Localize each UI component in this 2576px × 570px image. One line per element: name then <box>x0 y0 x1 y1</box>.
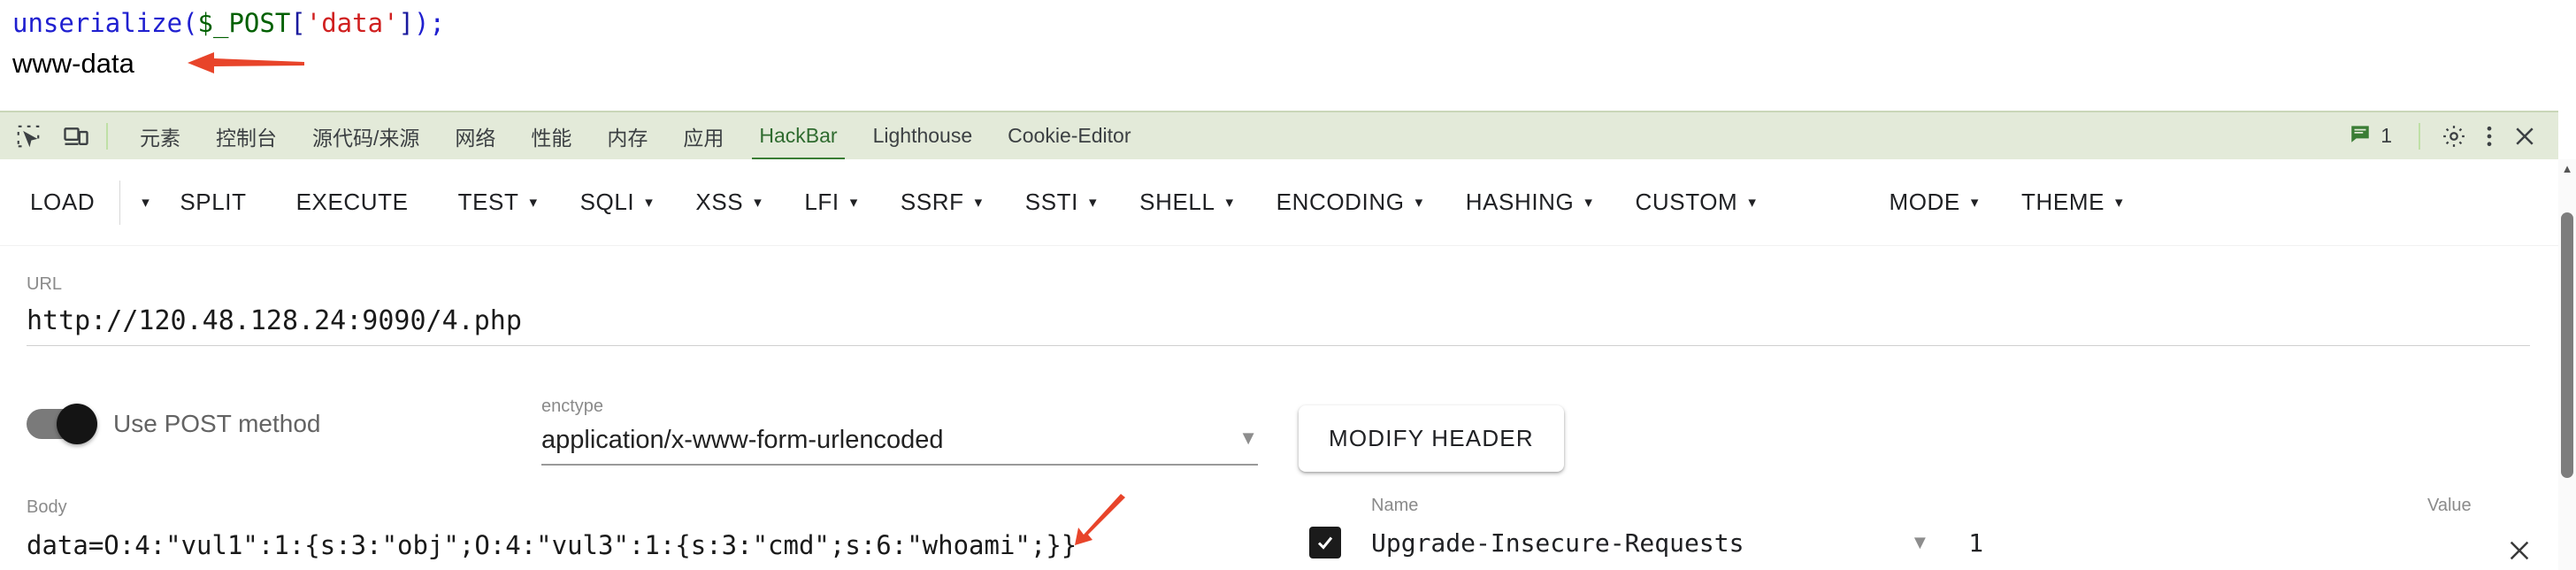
tab-hackbar[interactable]: HackBar <box>741 112 855 160</box>
chevron-down-icon: ▾ <box>974 194 983 211</box>
toolbar-divider <box>106 122 108 150</box>
settings-gear-icon[interactable] <box>2438 120 2470 152</box>
chevron-down-icon: ▾ <box>1414 194 1423 211</box>
php-page-output: unserialize($_POST['data']); www-data <box>0 0 2558 113</box>
url-input[interactable]: http://120.48.128.24:9090/4.php <box>27 295 2530 345</box>
chevron-down-icon: ▾ <box>645 194 654 211</box>
test-menu-button[interactable]: TEST ▾ <box>458 159 538 246</box>
hashing-menu-button[interactable]: HASHING ▾ <box>1466 159 1593 246</box>
right-divider <box>2419 122 2420 150</box>
console-message-counter[interactable]: 1 <box>2340 122 2401 150</box>
chevron-down-icon: ▼ <box>1238 427 1258 449</box>
chevron-down-icon: ▾ <box>1225 194 1234 211</box>
header-value-label: Value <box>2427 496 2472 515</box>
header-value-input[interactable]: 1 <box>1968 528 1983 558</box>
enctype-select[interactable]: application/x-www-form-urlencoded ▼ <box>541 417 1258 455</box>
lfi-menu-button[interactable]: LFI ▾ <box>804 159 858 246</box>
encoding-menu-button[interactable]: ENCODING ▾ <box>1276 159 1423 246</box>
body-field-group: Body data=O:4:"vul1":1:{s:3:"obj";O:4:"v… <box>27 497 1247 560</box>
chevron-down-icon: ▾ <box>1748 194 1757 211</box>
header-column-labels: Name Value <box>1309 496 2548 516</box>
sqli-menu-button[interactable]: SQLI ▾ <box>580 159 654 246</box>
tab-elements[interactable]: 元素 <box>122 112 198 160</box>
use-post-method-label: Use POST method <box>113 410 321 437</box>
shell-menu-button[interactable]: SHELL ▾ <box>1139 159 1234 246</box>
tab-performance[interactable]: 性能 <box>513 112 589 160</box>
devtools-left-icons <box>0 120 92 152</box>
hackbar-toolbar: LOAD ▾ SPLIT EXECUTE TEST ▾ SQLI ▾ XSS ▾… <box>0 159 2558 246</box>
split-button[interactable]: SPLIT <box>180 159 246 246</box>
enctype-field-group: enctype application/x-www-form-urlencode… <box>541 397 1258 466</box>
tab-lighthouse[interactable]: Lighthouse <box>855 112 991 160</box>
message-count: 1 <box>2380 124 2392 147</box>
chevron-down-icon: ▾ <box>1088 194 1098 211</box>
chevron-down-icon[interactable]: ▼ <box>1910 531 1929 554</box>
red-arrow-annotation-1 <box>182 50 306 81</box>
load-button[interactable]: LOAD <box>30 159 95 246</box>
vertical-scrollbar[interactable]: ▲ <box>2558 159 2576 570</box>
devtools-tab-bar: 元素 控制台 源代码/来源 网络 性能 内存 应用 HackBar Lighth… <box>0 111 2558 160</box>
header-name-label: Name <box>1371 496 1419 515</box>
header-name-input[interactable]: Upgrade-Insecure-Requests <box>1371 528 1744 558</box>
toggle-track <box>27 404 97 444</box>
request-options-row: Use POST method enctype application/x-ww… <box>0 397 2558 473</box>
mode-menu-button[interactable]: MODE ▾ <box>1889 159 1979 246</box>
inspect-element-icon[interactable] <box>12 120 44 152</box>
modify-header-button[interactable]: MODIFY HEADER <box>1299 405 1564 472</box>
tab-sources[interactable]: 源代码/来源 <box>295 112 437 160</box>
chevron-down-icon: ▾ <box>1584 194 1593 211</box>
php-code-line: unserialize($_POST['data']); <box>12 8 445 38</box>
enctype-label: enctype <box>541 397 604 416</box>
enctype-underline <box>541 464 1258 466</box>
body-label: Body <box>27 497 67 517</box>
chevron-down-icon: ▾ <box>142 194 150 211</box>
chevron-down-icon: ▾ <box>529 194 538 211</box>
table-row: Upgrade-Insecure-Requests ▼ 1 <box>1309 516 2548 558</box>
url-label: URL <box>27 274 63 294</box>
execute-button[interactable]: EXECUTE <box>296 159 409 246</box>
header-table: Name Value Upgrade-Insecure-Requests ▼ 1 <box>1309 496 2548 560</box>
more-options-icon[interactable] <box>2473 120 2505 152</box>
url-underline <box>27 345 2530 346</box>
theme-menu-button[interactable]: THEME ▾ <box>2021 159 2123 246</box>
scrollbar-thumb[interactable] <box>2561 212 2573 478</box>
tab-application[interactable]: 应用 <box>665 112 741 160</box>
screenshot-root: unserialize($_POST['data']); www-data 元素… <box>0 0 2576 570</box>
command-output-text: www-data <box>12 48 134 79</box>
scroll-up-arrow-icon[interactable]: ▲ <box>2558 159 2576 177</box>
custom-menu-button[interactable]: CUSTOM ▾ <box>1636 159 1757 246</box>
tab-console[interactable]: 控制台 <box>198 112 295 160</box>
devtools-tabs: 元素 控制台 源代码/来源 网络 性能 内存 应用 HackBar Lighth… <box>122 112 1148 160</box>
toggle-knob <box>57 404 97 444</box>
device-toolbar-icon[interactable] <box>60 120 92 152</box>
ssrf-menu-button[interactable]: SSRF ▾ <box>901 159 983 246</box>
ssti-menu-button[interactable]: SSTI ▾ <box>1025 159 1097 246</box>
tab-network[interactable]: 网络 <box>437 112 513 160</box>
close-devtools-icon[interactable] <box>2509 120 2541 152</box>
tab-cookie-editor[interactable]: Cookie-Editor <box>990 112 1148 160</box>
chevron-down-icon: ▾ <box>2115 194 2124 211</box>
header-enabled-checkbox[interactable] <box>1309 527 1341 558</box>
chevron-down-icon: ▾ <box>754 194 763 211</box>
message-icon <box>2349 122 2372 150</box>
tab-memory[interactable]: 内存 <box>589 112 665 160</box>
use-post-method-toggle[interactable]: Use POST method <box>27 404 321 444</box>
chevron-down-icon: ▾ <box>1970 194 1980 211</box>
chevron-down-icon: ▾ <box>849 194 858 211</box>
xss-menu-button[interactable]: XSS ▾ <box>695 159 762 246</box>
body-input[interactable]: data=O:4:"vul1":1:{s:3:"obj";O:4:"vul3":… <box>27 518 1247 560</box>
url-field-group: URL http://120.48.128.24:9090/4.php <box>27 274 2530 346</box>
enctype-selected-value: application/x-www-form-urlencoded <box>541 426 944 454</box>
remove-header-icon[interactable] <box>2505 536 2534 570</box>
devtools-right-controls: 1 <box>2340 120 2558 152</box>
load-dropdown-button[interactable]: ▾ <box>120 159 171 246</box>
red-arrow-annotation-2 <box>1066 489 1137 555</box>
